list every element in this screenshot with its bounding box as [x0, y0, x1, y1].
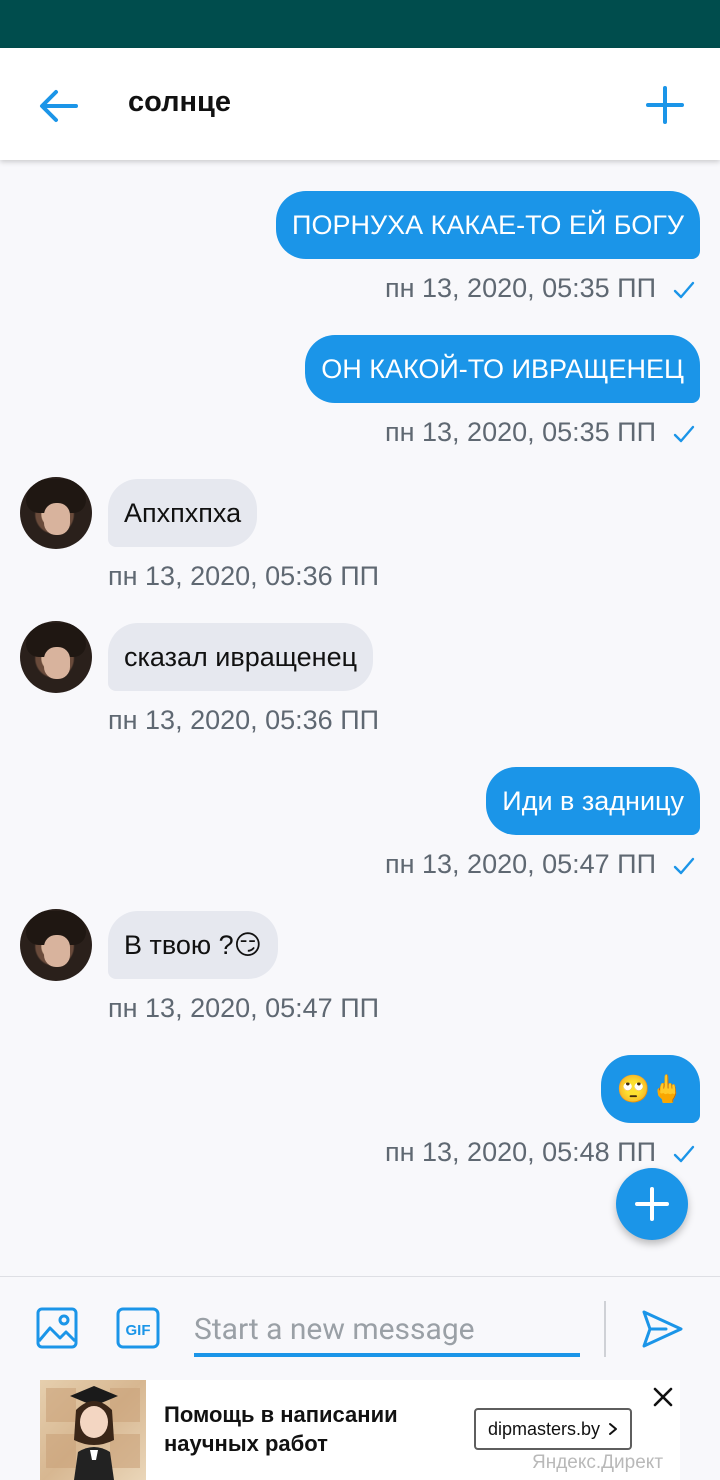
- message-bubble-incoming[interactable]: Апхпхпха: [108, 479, 258, 547]
- message-timestamp: пн 13, 2020, 05:47 ПП: [384, 849, 656, 879]
- message-timestamp: пн 13, 2020, 05:36 ПП: [108, 705, 380, 735]
- message-bubble-outgoing[interactable]: ОН КАКОЙ-ТО ИВРАЩЕНЕЦ: [305, 335, 700, 403]
- chevron-right-icon: [609, 1423, 618, 1435]
- message-input[interactable]: [194, 1305, 580, 1357]
- message-bubble-outgoing[interactable]: Иди в задницу: [486, 767, 700, 835]
- avatar[interactable]: [20, 909, 92, 981]
- close-icon[interactable]: [652, 1386, 674, 1408]
- gif-label: GIF: [126, 1322, 151, 1339]
- app-bar: солнце: [0, 48, 720, 160]
- message-timestamp: пн 13, 2020, 05:47 ПП: [108, 993, 380, 1023]
- message-timestamp: пн 13, 2020, 05:35 ПП: [384, 417, 656, 447]
- message-bubble-outgoing[interactable]: ПОРНУХА КАКАЕ-ТО ЕЙ БОГУ: [276, 191, 700, 259]
- send-icon[interactable]: [640, 1307, 684, 1351]
- status-bar: [0, 0, 720, 48]
- message-timestamp: пн 13, 2020, 05:48 ПП: [384, 1137, 656, 1167]
- message-composer: GIF: [0, 1276, 720, 1380]
- message-timestamp: пн 13, 2020, 05:36 ПП: [108, 561, 380, 591]
- image-icon[interactable]: [36, 1307, 78, 1349]
- ad-banner[interactable]: Помощь в написании научных работ dipmast…: [40, 1380, 680, 1480]
- arrow-left-icon: [40, 90, 78, 122]
- plus-icon: [646, 86, 684, 124]
- checkmark-icon: [673, 1145, 695, 1163]
- message-bubble-incoming[interactable]: В твою ?😏: [108, 911, 278, 979]
- ad-text: Помощь в написании научных работ: [164, 1402, 398, 1456]
- back-button[interactable]: [30, 78, 86, 134]
- ad-image: [40, 1380, 146, 1480]
- message-bubble-outgoing[interactable]: 🙄🖕: [600, 1055, 700, 1123]
- ad-source: Яндекс.Директ: [532, 1452, 664, 1473]
- composer-divider: [604, 1301, 606, 1357]
- plus-icon: [635, 1187, 669, 1221]
- ad-link-button[interactable]: dipmasters.by: [474, 1408, 632, 1450]
- add-participant-button[interactable]: [636, 76, 694, 134]
- avatar[interactable]: [20, 477, 92, 549]
- avatar[interactable]: [20, 621, 92, 693]
- new-message-fab[interactable]: [616, 1168, 688, 1240]
- chat-messages: ПОРНУХА КАКАЕ-ТО ЕЙ БОГУ пн 13, 2020, 05…: [0, 160, 720, 1275]
- checkmark-icon: [673, 857, 695, 875]
- checkmark-icon: [673, 425, 695, 443]
- message-timestamp: пн 13, 2020, 05:35 ПП: [384, 273, 656, 303]
- gif-button[interactable]: GIF: [116, 1307, 160, 1349]
- ad-link-label: dipmasters.by: [487, 1418, 601, 1439]
- checkmark-icon: [673, 281, 695, 299]
- chat-title: солнце: [128, 86, 232, 118]
- message-bubble-incoming[interactable]: сказал ивращенец: [108, 623, 374, 691]
